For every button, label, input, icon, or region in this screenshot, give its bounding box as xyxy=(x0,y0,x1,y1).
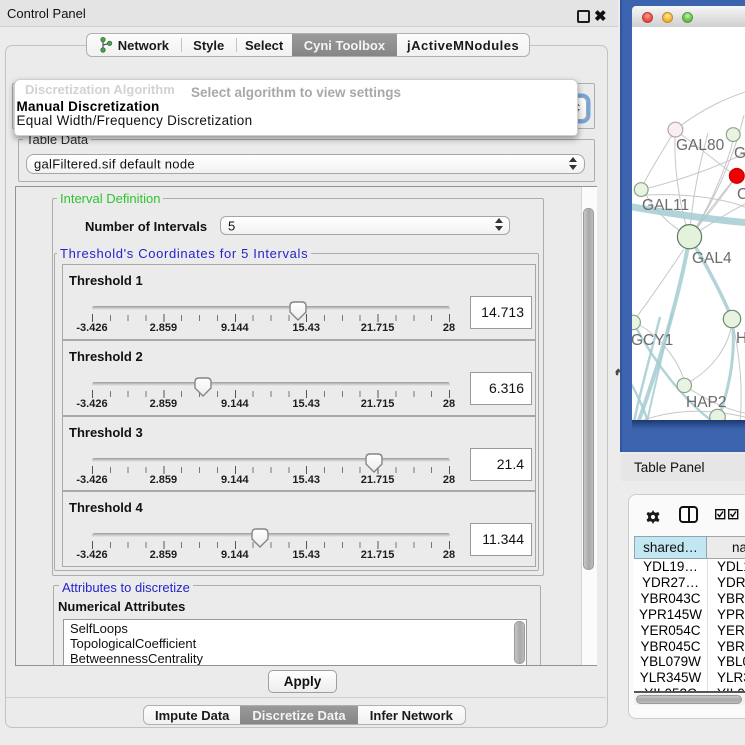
svg-text:GAL11: GAL11 xyxy=(642,197,689,214)
svg-text:C: C xyxy=(737,186,745,203)
svg-text:GA: GA xyxy=(734,145,745,162)
svg-text:GAL4: GAL4 xyxy=(692,250,732,267)
svg-text:HAP2: HAP2 xyxy=(686,394,727,411)
svg-text:H: H xyxy=(736,330,745,347)
svg-text:GCY1: GCY1 xyxy=(632,332,673,349)
svg-text:GAL80: GAL80 xyxy=(676,137,725,154)
